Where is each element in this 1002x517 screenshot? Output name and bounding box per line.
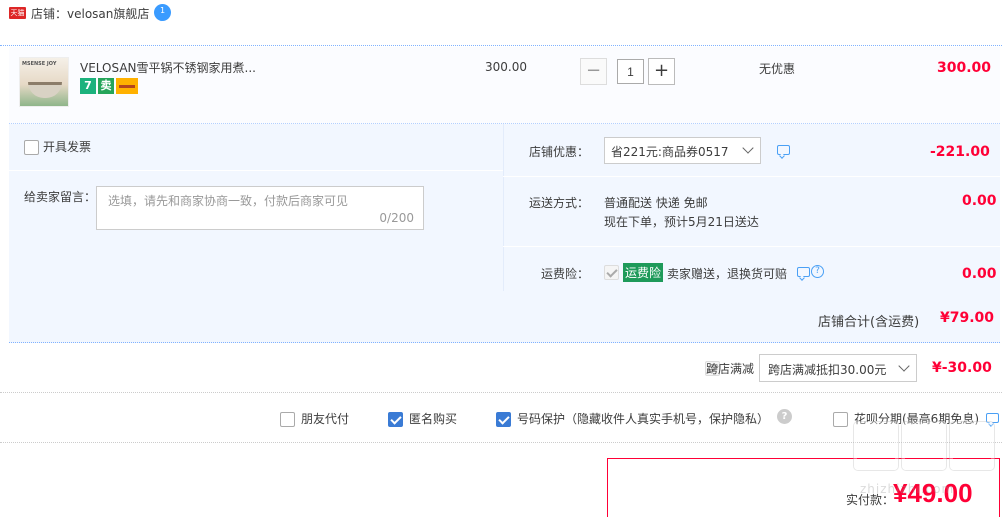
message-placeholder: 选填，请先和商家协商一致，付款后商家可见 <box>108 194 349 208</box>
item-discount: 无优惠 <box>759 62 796 76</box>
pay-amount: ¥49.00 <box>893 478 973 508</box>
chat-bubble-icon[interactable] <box>797 267 810 277</box>
wangwang-chat-icon[interactable]: 1 <box>154 4 171 21</box>
anonymous-purchase-option[interactable]: 匿名购买 <box>388 410 457 427</box>
friend-pay-option[interactable]: 朋友代付 <box>280 410 349 427</box>
shop-name-link[interactable]: 店铺：velosan旗舰店 <box>31 5 149 22</box>
cross-store-amount: ¥-30.00 <box>932 360 992 376</box>
pay-label: 实付款： <box>846 493 895 507</box>
seller-message-textarea[interactable]: 选填，请先和商家协商一致，付款后商家可见 0/200 <box>96 186 424 230</box>
insurance-tag: 运费险 <box>623 263 664 282</box>
message-char-counter: 0/200 <box>379 211 414 225</box>
shipping-label: 运送方式： <box>529 196 590 210</box>
anonymous-purchase-label: 匿名购买 <box>409 412 458 426</box>
phone-protection-checkbox[interactable] <box>496 412 511 427</box>
invoice-option[interactable]: 开具发票 <box>24 138 91 155</box>
message-label: 给卖家留言： <box>24 190 97 204</box>
subtotal-amount: ¥79.00 <box>940 310 995 326</box>
invoice-label: 开具发票 <box>43 140 92 154</box>
cross-store-select[interactable]: 跨店满减抵扣30.00元 <box>759 354 917 382</box>
insurance-checkbox <box>604 265 619 280</box>
item-row: MSENSE JOY VELOSAN雪平锅不锈钢家用煮... 7卖 300.00… <box>9 47 1000 124</box>
divider <box>9 170 503 171</box>
phone-protection-label: 号码保护（隐藏收件人真实手机号，保护隐私） <box>517 412 770 426</box>
divider <box>503 176 1000 177</box>
shipping-amount: 0.00 <box>962 193 997 209</box>
chevron-down-icon <box>898 360 910 372</box>
help-circle-icon[interactable]: ? <box>777 409 792 424</box>
thumbnail-brand-text: MSENSE JOY <box>22 61 57 67</box>
friend-pay-label: 朋友代付 <box>301 412 350 426</box>
item-total: 300.00 <box>937 60 992 76</box>
insurance-description: 卖家赠送，退换货可赔 <box>667 267 788 281</box>
anonymous-purchase-checkbox[interactable] <box>388 412 403 427</box>
coupon-select[interactable]: 省221元:商品券0517 <box>604 137 761 164</box>
product-title-link[interactable]: VELOSAN雪平锅不锈钢家用煮... <box>80 59 256 76</box>
product-thumbnail[interactable]: MSENSE JOY <box>19 57 69 107</box>
tmall-badge: 天猫 <box>9 7 26 19</box>
shipping-eta: 现在下单，预计5月21日送达 <box>604 215 759 229</box>
chevron-down-icon <box>742 142 754 154</box>
cross-store-label: 跨店满减 <box>706 362 755 376</box>
unit-price: 300.00 <box>485 60 527 74</box>
chat-bubble-icon[interactable] <box>777 145 790 155</box>
seller-guarantee-icon[interactable]: 卖 <box>98 78 114 94</box>
huabei-checkbox[interactable] <box>833 412 848 427</box>
quantity-increase-button[interactable]: + <box>648 58 675 85</box>
coupon-selected-value: 省221元:商品券0517 <box>611 145 729 159</box>
shop-row <box>0 20 1002 46</box>
phone-protection-option[interactable]: 号码保护（隐藏收件人真实手机号，保护隐私） <box>496 410 769 427</box>
help-circle-icon[interactable]: ? <box>811 265 824 278</box>
subtotal-label: 店铺合计(含运费) <box>818 315 920 330</box>
chat-bubble-icon[interactable] <box>986 413 999 423</box>
huabei-installment-option[interactable]: 花呗分期(最高6期免息) <box>833 410 979 427</box>
cross-store-selected-value: 跨店满减抵扣30.00元 <box>768 363 887 377</box>
service-icons: 7卖 <box>80 78 140 94</box>
insurance-label: 运费险： <box>541 267 590 281</box>
wangwang-count: 1 <box>159 6 166 15</box>
coupon-amount: -221.00 <box>930 144 990 160</box>
thumbnail-pot-graphic <box>28 82 62 98</box>
coupon-label: 店铺优惠： <box>529 145 590 159</box>
seven-day-return-icon[interactable]: 7 <box>80 78 96 94</box>
divider <box>503 246 1000 247</box>
insurance-amount: 0.00 <box>962 266 997 282</box>
quantity-input[interactable] <box>617 59 644 84</box>
huabei-label: 花呗分期(最高6期免息) <box>854 412 979 426</box>
quantity-decrease-button[interactable]: − <box>580 58 607 85</box>
shipping-method: 普通配送 快递 免邮 <box>604 196 708 210</box>
friend-pay-checkbox[interactable] <box>280 412 295 427</box>
credit-card-icon[interactable] <box>116 78 138 94</box>
invoice-checkbox[interactable] <box>24 140 39 155</box>
